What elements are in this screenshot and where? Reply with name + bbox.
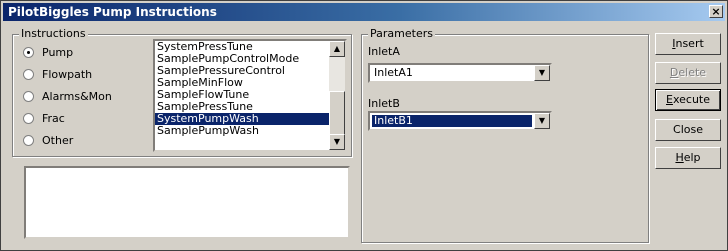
radio-alarms-mon[interactable]: Alarms&Mon (23, 89, 112, 103)
scroll-down-icon[interactable]: ▼ (329, 134, 345, 150)
delete-button[interactable]: Delete (655, 62, 721, 84)
execute-label: xecute (672, 93, 710, 106)
chevron-down-icon[interactable]: ▼ (534, 113, 550, 129)
inlet-b-label: InletB (368, 97, 400, 110)
inlet-a-label: InletA (368, 45, 400, 58)
delete-label: elete (678, 66, 707, 79)
parameters-legend: Parameters (368, 27, 435, 40)
close-window-button[interactable]: × (709, 5, 723, 18)
scroll-thumb[interactable] (329, 91, 345, 135)
close-label: Close (673, 123, 703, 136)
help-label: elp (683, 151, 701, 164)
scroll-up-icon[interactable]: ▲ (329, 41, 345, 57)
radio-frac-label: Frac (42, 111, 65, 125)
radio-pump-label: Pump (42, 45, 74, 59)
instructions-legend: Instructions (19, 27, 88, 40)
insert-label: nsert (675, 37, 704, 50)
instruction-list[interactable]: SystemPressTune SamplePumpControlMode Sa… (153, 39, 347, 152)
radio-frac-indicator[interactable] (23, 112, 34, 124)
pump-instructions-dialog: PilotBiggles Pump Instructions × Instruc… (0, 0, 728, 251)
radio-other-indicator[interactable] (23, 134, 34, 146)
radio-other[interactable]: Other (23, 133, 73, 147)
close-button[interactable]: Close (655, 119, 721, 141)
radio-alarms-mon-label: Alarms&Mon (42, 89, 112, 103)
radio-alarms-mon-indicator[interactable] (23, 90, 34, 102)
window-title: PilotBiggles Pump Instructions (8, 5, 217, 19)
inlet-b-value: InletB1 (372, 115, 532, 127)
parameters-group: Parameters InletA InletA1 ▼ InletB Inlet… (361, 27, 649, 243)
chevron-down-icon[interactable]: ▼ (534, 65, 550, 81)
list-item[interactable]: SamplePumpWash (155, 125, 345, 137)
radio-frac[interactable]: Frac (23, 111, 65, 125)
title-bar[interactable]: PilotBiggles Pump Instructions × (3, 3, 725, 21)
inlet-b-select[interactable]: InletB1 ▼ (368, 111, 552, 131)
instructions-group: Instructions Pump Flowpath Alarms&Mon Fr… (12, 27, 352, 157)
inlet-a-value: InletA1 (374, 66, 413, 79)
list-scrollbar[interactable]: ▲ ▼ (329, 41, 345, 150)
radio-pump[interactable]: Pump (23, 45, 73, 59)
radio-other-label: Other (42, 133, 74, 147)
execute-button[interactable]: Execute (655, 89, 721, 111)
help-mnemonic: H (675, 151, 684, 164)
execute-mnemonic: E (666, 93, 673, 106)
radio-flowpath[interactable]: Flowpath (23, 67, 92, 81)
inlet-a-select[interactable]: InletA1 ▼ (368, 63, 552, 83)
insert-button[interactable]: Insert (655, 33, 721, 55)
help-button[interactable]: Help (655, 147, 721, 169)
radio-flowpath-label: Flowpath (42, 67, 93, 81)
instruction-description-box[interactable] (24, 166, 350, 239)
radio-flowpath-indicator[interactable] (23, 68, 34, 80)
radio-pump-indicator[interactable] (23, 46, 34, 58)
